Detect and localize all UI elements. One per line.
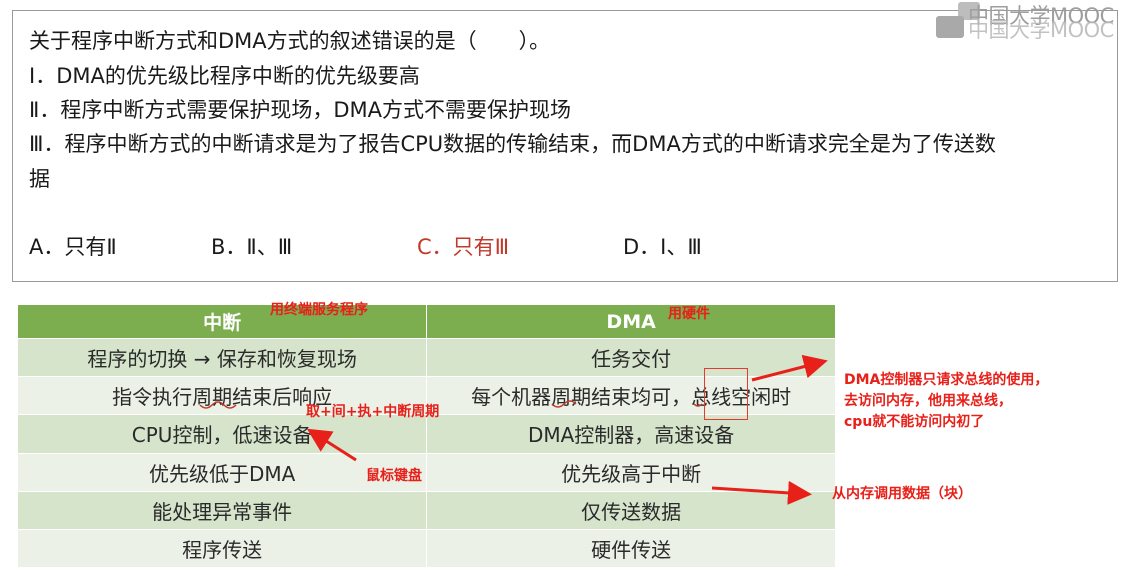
- option-d[interactable]: D．Ⅰ、Ⅲ: [623, 233, 702, 261]
- statement-2: Ⅱ．程序中断方式需要保护现场，DMA方式不需要保护现场: [29, 98, 571, 122]
- question-stem: 关于程序中断方式和DMA方式的叙述错误的是（ ）。: [29, 29, 551, 53]
- cell-dma: 仅传送数据: [426, 490, 836, 530]
- note-data-block: 从内存调用数据（块）: [832, 486, 972, 502]
- statement-3: Ⅲ．程序中断方式的中断请求是为了报告CPU数据的传输结束，而DMA方式的中断请求…: [29, 132, 996, 156]
- cell-dma: 每个机器周期结束均可，总线空闲时: [426, 376, 836, 415]
- table-row: 程序传送 硬件传送: [18, 528, 836, 567]
- note-bus-line: cpu就不能访问内初了: [844, 414, 985, 430]
- cell-interrupt: 程序的切换 → 保存和恢复现场: [18, 338, 428, 377]
- cell-dma: 优先级高于中断: [426, 452, 836, 492]
- note-bus-line: 去访问内存，他用来总线，: [844, 393, 1012, 409]
- note-dma-hardware: 用硬件: [668, 306, 710, 322]
- header-dma: DMA: [426, 305, 836, 339]
- note-devices: 鼠标键盘: [366, 468, 422, 484]
- table-header-row: 中断 DMA: [18, 305, 836, 339]
- cell-interrupt: 程序传送: [18, 528, 428, 567]
- table-row: 能处理异常事件 仅传送数据: [18, 490, 836, 530]
- cell-interrupt: 能处理异常事件: [18, 490, 428, 530]
- note-cycle: 取+间+执+中断周期: [306, 404, 440, 420]
- cell-dma: DMA控制器，高速设备: [426, 414, 836, 454]
- option-c[interactable]: C．只有Ⅲ: [417, 233, 509, 261]
- cell-dma: 硬件传送: [426, 528, 836, 567]
- statement-1: Ⅰ．DMA的优先级比程序中断的优先级要高: [29, 64, 420, 88]
- logo-text-shadow: 中国大学MOOC: [968, 18, 1114, 42]
- comparison-table: 中断 DMA 程序的切换 → 保存和恢复现场 任务交付 指令执行周期结束后响应 …: [18, 305, 836, 567]
- table-row: 优先级低于DMA 优先级高于中断: [18, 452, 836, 492]
- option-b[interactable]: B．Ⅱ、Ⅲ: [211, 233, 292, 261]
- statement-3-continued: 据: [29, 167, 50, 191]
- note-interrupt-handler: 用终端服务程序: [270, 302, 368, 318]
- bus-highlight-box: [704, 368, 748, 420]
- note-bus-line: DMA控制器只请求总线的使用，: [844, 372, 1049, 388]
- question-box: 关于程序中断方式和DMA方式的叙述错误的是（ ）。 Ⅰ．DMA的优先级比程序中断…: [12, 10, 1118, 282]
- note-bus: DMA控制器只请求总线的使用， 去访问内存，他用来总线， cpu就不能访问内初了: [844, 370, 1048, 433]
- option-a[interactable]: A．只有Ⅱ: [29, 233, 117, 261]
- logo-mark-icon: [936, 16, 964, 38]
- cell-dma: 任务交付: [426, 338, 836, 377]
